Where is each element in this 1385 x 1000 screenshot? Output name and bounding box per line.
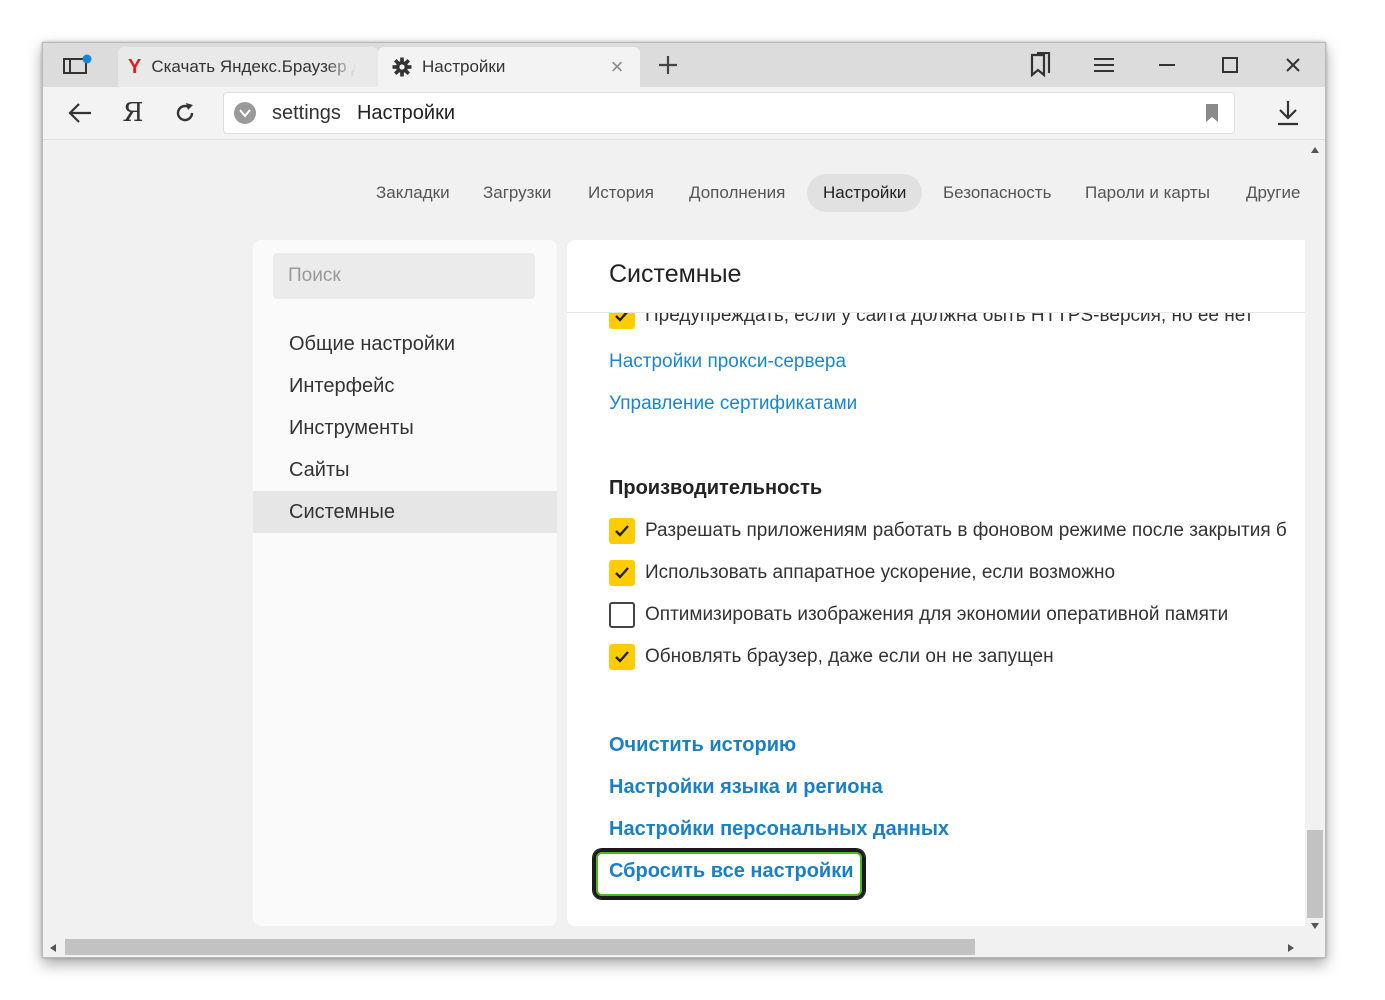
tab-bar: Y Скачать Яндекс.Браузер для Настройк [43,43,1325,87]
download-icon [1278,101,1298,126]
reload-icon [176,103,194,122]
option-https-warning[interactable]: Предупреждать, если у сайта должна быть … [609,313,1253,331]
horizontal-scroll-thumb[interactable] [65,939,975,955]
sidebar-item-general[interactable]: Общие настройки [253,323,557,365]
nav-passwords-cards[interactable]: Пароли и карты [1069,174,1226,212]
sidebar-item-tools[interactable]: Инструменты [253,407,557,449]
nav-other[interactable]: Другие [1230,174,1305,212]
vertical-scroll-thumb[interactable] [1307,830,1323,918]
tab-settings[interactable]: Настройки × [378,47,640,87]
page-title: Системные [609,260,742,288]
scroll-down-arrow-icon[interactable] [1310,922,1320,930]
nav-security[interactable]: Безопасность [927,174,1067,212]
tab-title: Скачать Яндекс.Браузер для [151,57,356,76]
gear-icon [392,57,412,77]
url-page-title: Настройки [356,101,456,124]
hamburger-icon [1094,58,1114,72]
minimize-button[interactable] [1145,49,1189,81]
menu-button[interactable] [1082,49,1126,81]
sidebar-item-system[interactable]: Системные [253,491,557,533]
system-settings-panel: Предупреждать, если у сайта должна быть … [567,240,1305,926]
header-divider [567,312,1305,313]
tab-title: Настройки [422,57,506,76]
option-label: Разрешать приложениям работать в фоновом… [645,520,1287,541]
option-background-apps[interactable]: Разрешать приложениям работать в фоновом… [609,516,1287,546]
settings-page: Закладки Загрузки История Дополнения Нас… [43,140,1305,938]
tab-download-yandex[interactable]: Y Скачать Яндекс.Браузер для [118,47,378,87]
option-label: Оптимизировать изображения для экономии … [645,604,1229,625]
nav-extensions[interactable]: Дополнения [673,174,801,212]
plus-icon [659,56,677,74]
bookmarks-manager-button[interactable] [1018,49,1062,81]
close-icon [1286,58,1300,72]
option-hardware-acceleration[interactable]: Использовать аппаратное ускорение, если … [609,558,1115,588]
option-label: Использовать аппаратное ускорение, если … [645,562,1116,583]
checkbox-unchecked-icon[interactable] [609,602,635,628]
yandex-logo-icon: Я [122,98,144,128]
option-update-browser[interactable]: Обновлять браузер, даже если он не запущ… [609,642,1054,672]
new-tab-button[interactable] [648,49,688,81]
option-label: Предупреждать, если у сайта должна быть … [645,313,1254,326]
sidebar-item-sites[interactable]: Сайты [253,449,557,491]
downloads-button[interactable] [1268,95,1308,131]
browser-window: Y Скачать Яндекс.Браузер для Настройк [42,42,1326,958]
navigation-bar: Я settings Настройки [43,87,1325,140]
scroll-up-arrow-icon[interactable] [1310,146,1320,154]
url-protocol: settings [272,101,341,124]
scroll-left-arrow-icon[interactable] [49,943,57,953]
maximize-icon [1222,57,1238,73]
sidebar-toggle-button[interactable] [57,51,97,79]
proxy-settings-link[interactable]: Настройки прокси-сервера [609,351,846,373]
close-window-button[interactable] [1271,49,1315,81]
scroll-right-arrow-icon[interactable] [1287,943,1295,953]
panel-scroll-area: Предупреждать, если у сайта должна быть … [567,313,1305,926]
checkbox-checked-icon[interactable] [609,560,635,586]
language-region-link[interactable]: Настройки языка и региона [609,776,883,799]
sidebar-panel-icon [63,54,92,74]
performance-section-title: Производительность [609,477,823,499]
yandex-home-button[interactable]: Я [113,95,153,131]
maximize-button[interactable] [1208,49,1252,81]
horizontal-scrollbar[interactable] [43,938,1305,957]
bookmarks-icon [1030,52,1051,78]
nav-history[interactable]: История [572,174,670,212]
settings-search-input[interactable] [273,253,535,299]
reload-button[interactable] [165,95,205,131]
yandex-y-icon: Y [128,55,142,78]
site-info-icon[interactable] [234,102,256,124]
checkbox-checked-icon[interactable] [609,644,635,670]
bookmark-icon[interactable] [1204,103,1220,123]
checkbox-checked-icon[interactable] [609,313,635,329]
arrow-left-icon [68,103,91,123]
settings-top-nav: Закладки Загрузки История Дополнения Нас… [43,174,1305,214]
address-bar[interactable]: settings Настройки [223,92,1235,134]
option-optimize-images[interactable]: Оптимизировать изображения для экономии … [609,600,1228,630]
sidebar-item-interface[interactable]: Интерфейс [253,365,557,407]
clear-history-link[interactable]: Очистить историю [609,734,796,757]
checkbox-checked-icon[interactable] [609,518,635,544]
reset-all-settings-link[interactable]: Сбросить все настройки [609,860,854,883]
vertical-scrollbar[interactable] [1305,140,1325,938]
nav-bookmarks[interactable]: Закладки [360,174,466,212]
nav-settings[interactable]: Настройки [807,174,923,212]
tab-close-icon[interactable]: × [606,54,628,79]
minimize-icon [1159,64,1175,66]
back-button[interactable] [60,95,100,131]
settings-sidebar: Общие настройки Интерфейс Инструменты Са… [253,240,557,926]
nav-downloads[interactable]: Загрузки [467,174,567,212]
certificates-link[interactable]: Управление сертификатами [609,393,857,415]
personal-data-link[interactable]: Настройки персональных данных [609,818,949,841]
option-label: Обновлять браузер, даже если он не запущ… [645,646,1054,667]
